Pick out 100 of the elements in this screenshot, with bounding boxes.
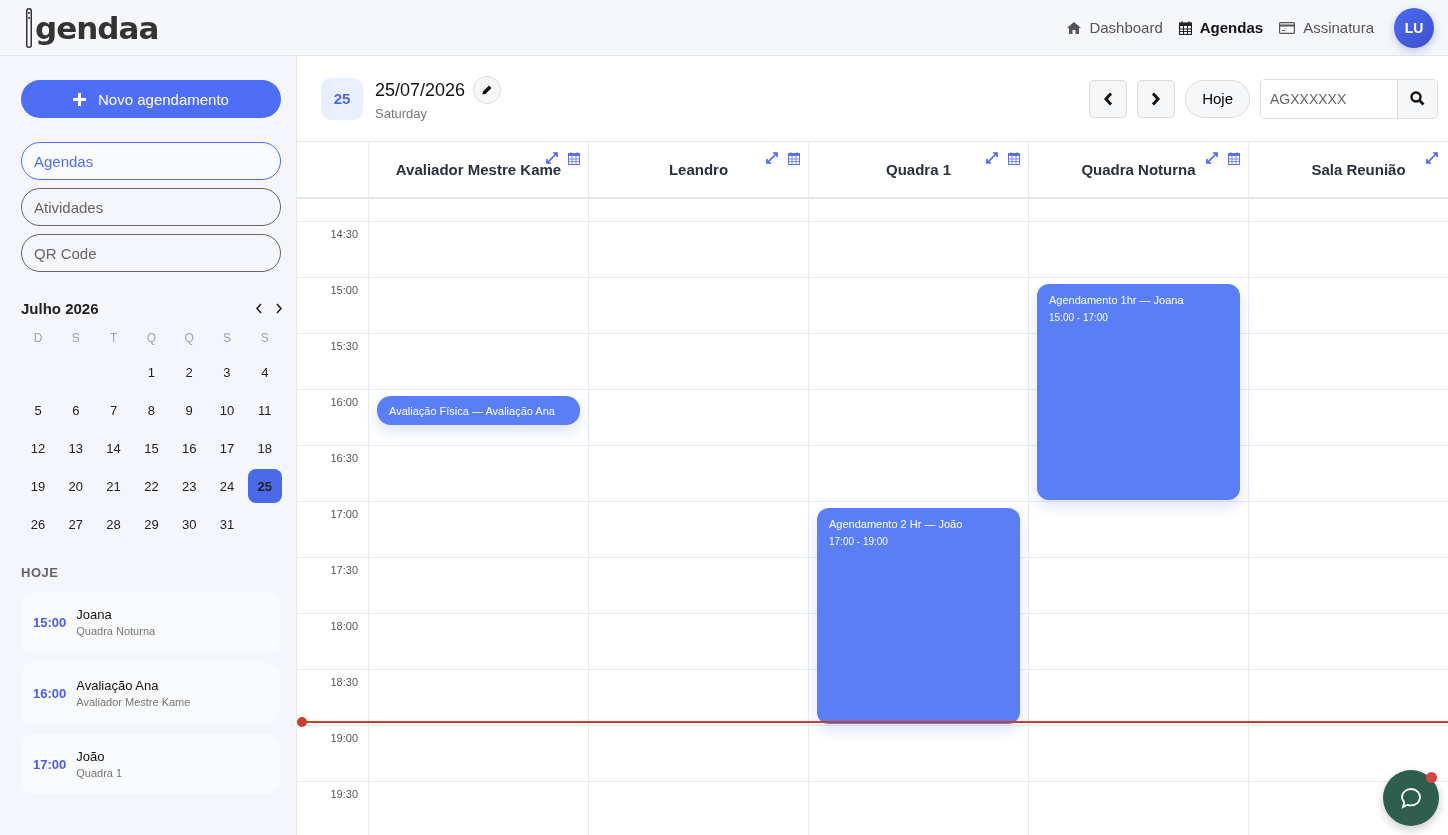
calendar-day[interactable]: 13 [58, 431, 93, 465]
new-appointment-button[interactable]: Novo agendamento [21, 80, 281, 118]
calendar-day[interactable]: 23 [172, 469, 207, 503]
time-label: 16:00 [330, 396, 358, 408]
appointment-place: Avaliador Mestre Kame [76, 696, 191, 708]
month-title: Julho 2026 [21, 300, 99, 317]
time-label: 19:30 [330, 788, 358, 800]
user-avatar[interactable]: LU [1394, 7, 1434, 48]
calendar-day[interactable]: 3 [210, 355, 244, 389]
search-button[interactable] [1397, 79, 1437, 118]
time-label: 15:30 [330, 340, 358, 352]
event-block[interactable]: Agendamento 1hr — Joana 15:00 - 17:00 [1037, 284, 1240, 500]
calendar-day[interactable]: 16 [172, 431, 207, 465]
previous-day-button[interactable] [1089, 79, 1128, 118]
previous-month-icon[interactable] [255, 303, 263, 314]
calendar-icon[interactable] [1228, 152, 1240, 165]
weekday-name: Saturday [375, 106, 429, 121]
time-label: 18:30 [330, 676, 358, 688]
current-date: 25/07/2026 [375, 79, 466, 101]
calendar-icon[interactable] [1008, 152, 1020, 165]
chat-button[interactable] [1383, 770, 1439, 826]
appointment-place: Quadra Noturna [76, 625, 156, 637]
calendar-day[interactable]: 30 [172, 507, 207, 541]
weekday-label: S [221, 330, 232, 347]
appointment-time: 17:00 [33, 756, 67, 772]
weekday-label: T [108, 330, 119, 347]
nav-link[interactable]: Agendas [1178, 19, 1264, 36]
calendar-day[interactable]: 14 [96, 431, 131, 465]
calendar-day[interactable]: 15 [134, 431, 169, 465]
calendar-day[interactable]: 24 [210, 469, 244, 503]
event-time: 15:00 - 17:00 [1049, 312, 1109, 323]
credit-card-icon [1279, 21, 1296, 34]
next-month-icon[interactable] [275, 303, 283, 314]
appointment-name: Avaliação Ana [76, 678, 160, 693]
menu-item[interactable]: Agendas [21, 142, 281, 180]
calendar-day[interactable]: 27 [58, 507, 93, 541]
event-block[interactable]: Avaliação Física — Avaliação Ana [377, 396, 580, 425]
expand-icon[interactable] [1426, 152, 1438, 164]
nav-link[interactable]: Dashboard [1067, 19, 1163, 36]
calendar-day[interactable]: 2 [172, 355, 207, 389]
weekday-label: S [259, 330, 270, 347]
calendar-day[interactable]: 20 [58, 469, 93, 503]
calendar-day[interactable]: 17 [210, 431, 244, 465]
calendar-day[interactable]: 8 [134, 393, 169, 427]
chevron-left-icon [1103, 91, 1114, 106]
resource-name: Avaliador Mestre Kame [395, 161, 562, 178]
edit-date-button[interactable] [473, 76, 502, 104]
calendar-icon[interactable] [568, 152, 580, 165]
calendar-day[interactable]: 4 [247, 355, 282, 389]
next-day-button[interactable] [1137, 79, 1176, 118]
event-title: Agendamento 2 Hr — João [829, 518, 964, 530]
calendar-day[interactable]: 18 [247, 431, 282, 465]
day-badge: 25 [321, 77, 363, 120]
weekday-label: S [70, 330, 81, 347]
calendar-icon[interactable] [788, 152, 800, 165]
today-button[interactable]: Hoje [1185, 79, 1250, 118]
time-label: 18:00 [330, 620, 358, 632]
calendar-day[interactable]: 28 [96, 507, 131, 541]
event-block[interactable]: Agendamento 2 Hr — João 17:00 - 19:00 [817, 508, 1020, 724]
expand-icon[interactable] [1206, 152, 1218, 164]
time-label: 17:00 [330, 508, 358, 520]
plus-icon [73, 92, 87, 106]
weekday-label: D [32, 330, 44, 347]
home-icon [1067, 21, 1082, 34]
calendar-day[interactable]: 22 [134, 469, 169, 503]
expand-icon[interactable] [986, 152, 998, 164]
chevron-right-icon [1151, 91, 1162, 106]
calendar-day[interactable]: 7 [96, 393, 131, 427]
calendar-day[interactable]: 12 [21, 431, 55, 465]
calendar-icon [1178, 20, 1192, 35]
event-title: Avaliação Física — Avaliação Ana [389, 404, 556, 417]
calendar-day[interactable]: 5 [21, 393, 55, 427]
search-field[interactable]: AGXXXXXX [1260, 78, 1438, 119]
appointment-name: João [76, 749, 106, 764]
calendar-day[interactable]: 9 [172, 393, 207, 427]
event-time: 17:00 - 19:00 [829, 536, 889, 547]
calendar-day[interactable]: 10 [210, 393, 244, 427]
resource-name: Quadra Noturna [1081, 161, 1196, 178]
calendar-day[interactable]: 19 [21, 469, 55, 503]
calendar-day[interactable]: 1 [134, 355, 169, 389]
calendar-day[interactable]: 11 [247, 393, 282, 427]
time-label: 19:00 [330, 732, 358, 744]
calendar-day[interactable]: 29 [134, 507, 169, 541]
pencil-icon [482, 85, 493, 95]
nav-link[interactable]: Assinatura [1279, 19, 1374, 36]
time-label: 15:00 [330, 284, 358, 296]
calendar-day[interactable]: 26 [21, 507, 55, 541]
appointment-time: 15:00 [33, 614, 67, 630]
weekday-label: Q [145, 330, 158, 347]
resource-name: Sala Reunião [1311, 161, 1406, 178]
calendar-day[interactable]: 21 [96, 469, 131, 503]
search-icon [1410, 91, 1425, 106]
appointment-place: Quadra 1 [76, 767, 123, 779]
chat-bubble-icon [1400, 787, 1422, 809]
expand-icon[interactable] [766, 152, 778, 164]
time-label: 17:30 [330, 564, 358, 576]
calendar-day[interactable]: 31 [210, 507, 244, 541]
expand-icon[interactable] [546, 152, 558, 164]
calendar-day[interactable]: 6 [58, 393, 93, 427]
logo[interactable]: gendaa [35, 9, 159, 46]
